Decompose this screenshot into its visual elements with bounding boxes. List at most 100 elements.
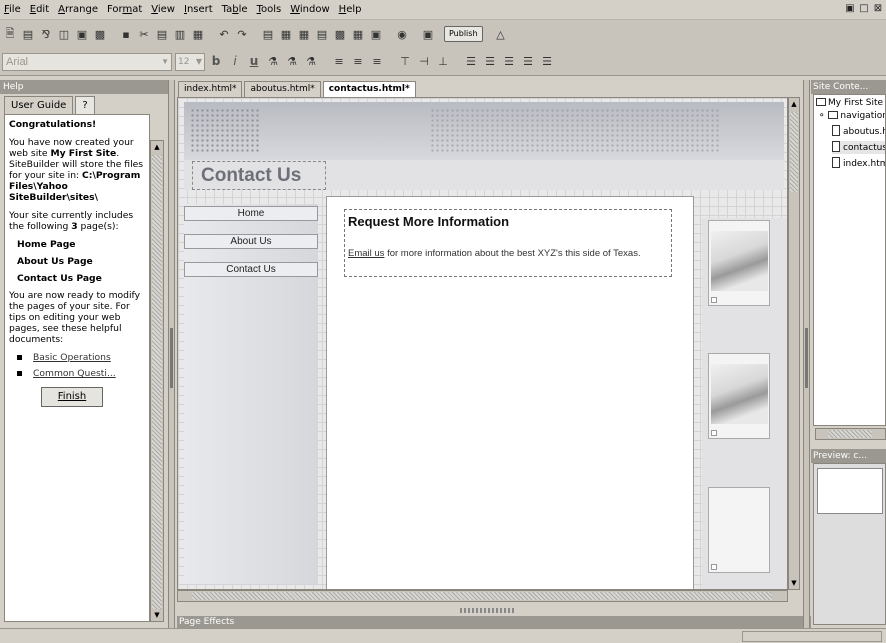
- align-left-icon[interactable]: ≡: [331, 54, 347, 70]
- list-icon[interactable]: ☰: [501, 54, 517, 70]
- align-right-icon[interactable]: ≡: [369, 54, 385, 70]
- help-icon[interactable]: △: [493, 26, 509, 42]
- side-image[interactable]: [708, 353, 770, 439]
- insert-grid-icon[interactable]: ▦: [350, 26, 366, 42]
- menu-window[interactable]: Window: [290, 4, 329, 15]
- tab-index[interactable]: index.html*: [178, 81, 243, 97]
- right-splitter[interactable]: [803, 80, 810, 628]
- indent-icon[interactable]: ☰: [539, 54, 555, 70]
- valign-bottom-icon[interactable]: ⊥: [435, 54, 451, 70]
- menu-bar: File Edit Arrange Format View Insert Tab…: [0, 0, 886, 20]
- scroll-up-icon[interactable]: ▲: [790, 98, 798, 110]
- tree-folder-navigation[interactable]: ⚬ navigation: [818, 110, 885, 122]
- tree-root[interactable]: My First Site: [816, 97, 883, 109]
- clear-format-icon[interactable]: ⚗: [303, 54, 319, 70]
- insert-button-icon[interactable]: ▩: [332, 26, 348, 42]
- font-family-select[interactable]: Arial ▼: [2, 52, 172, 71]
- help-paragraph-tips: You are now ready to modify the pages of…: [9, 290, 141, 345]
- redo-icon[interactable]: ↷: [234, 26, 250, 42]
- tab-user-guide[interactable]: User Guide: [4, 96, 74, 114]
- menu-view[interactable]: View: [151, 4, 175, 15]
- font-size-select[interactable]: 12 ▼: [175, 52, 205, 71]
- link-common-questions[interactable]: Common Questi...: [17, 368, 145, 379]
- page-effects-panel-title[interactable]: Page Effects: [177, 616, 811, 628]
- new-page-icon[interactable]: 🗎: [2, 26, 18, 42]
- editor-vertical-scrollbar[interactable]: ▲ ▼: [788, 97, 800, 590]
- publish-button[interactable]: Publish: [444, 26, 483, 42]
- valign-top-icon[interactable]: ⊤: [397, 54, 413, 70]
- menu-table[interactable]: Table: [222, 4, 248, 15]
- menu-edit[interactable]: Edit: [30, 4, 49, 15]
- bullet-list-icon[interactable]: ☰: [463, 54, 479, 70]
- editor-horizontal-scrollbar[interactable]: [177, 590, 788, 602]
- nav-button-about-us[interactable]: About Us: [184, 234, 318, 249]
- bold-button[interactable]: b: [208, 54, 224, 70]
- outdent-icon[interactable]: ☰: [520, 54, 536, 70]
- side-image[interactable]: [708, 487, 770, 573]
- scroll-thumb[interactable]: [192, 592, 772, 600]
- save-all-icon[interactable]: ▩: [92, 26, 108, 42]
- italic-button[interactable]: i: [227, 54, 243, 70]
- menu-tools[interactable]: Tools: [257, 4, 282, 15]
- menu-file[interactable]: File: [4, 4, 21, 15]
- tree-file-contactus[interactable]: contactus.html: [832, 141, 885, 154]
- tab-contactus[interactable]: contactus.html*: [322, 81, 416, 97]
- tab-aboutus[interactable]: aboutus.html*: [244, 81, 321, 97]
- save-icon[interactable]: ▣: [74, 26, 90, 42]
- side-image[interactable]: [708, 220, 770, 306]
- scroll-thumb[interactable]: [828, 430, 872, 438]
- page-title[interactable]: Contact Us: [192, 161, 326, 190]
- numbered-list-icon[interactable]: ☰: [482, 54, 498, 70]
- finish-button[interactable]: Finish: [41, 387, 103, 407]
- menu-format[interactable]: Format: [107, 4, 142, 15]
- insert-form-icon[interactable]: ▤: [314, 26, 330, 42]
- valign-middle-icon[interactable]: ⊣: [416, 54, 432, 70]
- site-tree-hscrollbar[interactable]: [815, 428, 886, 440]
- new-site-icon[interactable]: ▤: [20, 26, 36, 42]
- format-painter-icon[interactable]: ▪: [118, 26, 134, 42]
- delete-icon[interactable]: ▦: [190, 26, 206, 42]
- nav-button-contact-us[interactable]: Contact Us: [184, 262, 318, 277]
- text-color-icon[interactable]: ⚗: [265, 54, 281, 70]
- paste-icon[interactable]: ▥: [172, 26, 188, 42]
- copy-icon[interactable]: ▤: [154, 26, 170, 42]
- status-bar: [0, 628, 886, 643]
- scroll-thumb[interactable]: [790, 112, 798, 192]
- help-scrollbar[interactable]: ▲ ▼: [150, 140, 164, 622]
- highlight-icon[interactable]: ⚗: [284, 54, 300, 70]
- page-preview-thumbnail[interactable]: [817, 468, 883, 514]
- folder-icon: [816, 98, 826, 106]
- underline-button[interactable]: u: [246, 54, 262, 70]
- cut-icon[interactable]: ✂: [136, 26, 152, 42]
- scroll-down-icon[interactable]: ▼: [152, 609, 162, 621]
- restore-icon[interactable]: ▣: [844, 3, 856, 15]
- page-banner[interactable]: [184, 102, 784, 160]
- tree-file-aboutus[interactable]: aboutus.html: [832, 125, 885, 138]
- insert-media-icon[interactable]: ▣: [368, 26, 384, 42]
- nav-button-home[interactable]: Home: [184, 206, 318, 221]
- open-icon[interactable]: ◫: [56, 26, 72, 42]
- link-icon[interactable]: ◉: [394, 26, 410, 42]
- align-center-icon[interactable]: ≡: [350, 54, 366, 70]
- link-basic-operations[interactable]: Basic Operations: [17, 352, 145, 363]
- site-map-icon[interactable]: ⅋: [38, 26, 54, 42]
- email-link[interactable]: Email us: [348, 248, 384, 259]
- menu-insert[interactable]: Insert: [184, 4, 213, 15]
- insert-text-icon[interactable]: ▤: [260, 26, 276, 42]
- insert-table-icon[interactable]: ▦: [296, 26, 312, 42]
- maximize-icon[interactable]: □: [858, 3, 870, 15]
- menu-help[interactable]: Help: [339, 4, 362, 15]
- preview-browser-icon[interactable]: ▣: [420, 26, 436, 42]
- tree-file-index[interactable]: index.html: [832, 157, 885, 170]
- splitter-grip[interactable]: [460, 608, 516, 613]
- insert-image-icon[interactable]: ▦: [278, 26, 294, 42]
- undo-icon[interactable]: ↶: [216, 26, 232, 42]
- tab-help-topic[interactable]: ?: [75, 96, 95, 114]
- scroll-down-icon[interactable]: ▼: [790, 577, 798, 589]
- close-icon[interactable]: ⊠: [872, 3, 884, 15]
- left-splitter[interactable]: [168, 80, 175, 628]
- scroll-up-icon[interactable]: ▲: [152, 141, 162, 153]
- menu-arrange[interactable]: Arrange: [58, 4, 98, 15]
- page-editor-canvas[interactable]: Contact Us Home About Us Contact Us Requ…: [177, 97, 788, 590]
- scroll-thumb[interactable]: [152, 155, 162, 609]
